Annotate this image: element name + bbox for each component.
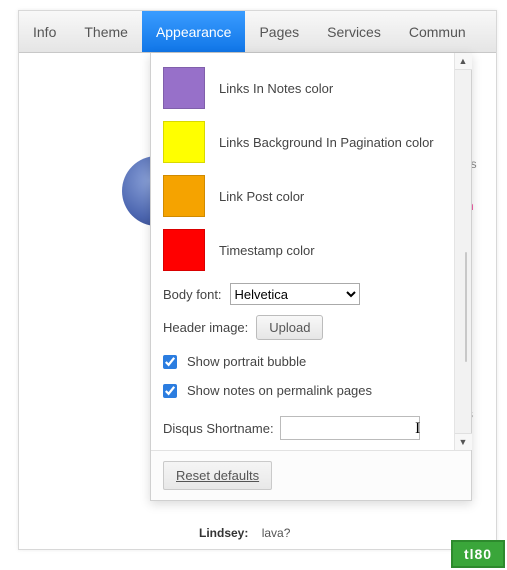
panel-footer: Reset defaults: [151, 450, 471, 500]
settings-tabbar: Info Theme Appearance Pages Services Com…: [19, 11, 496, 53]
checkbox-label: Show portrait bubble: [187, 354, 306, 369]
tab-community[interactable]: Commun: [395, 11, 480, 52]
header-image-label: Header image:: [163, 320, 248, 335]
show-portrait-bubble-row[interactable]: Show portrait bubble: [163, 354, 442, 369]
color-label: Links Background In Pagination color: [219, 135, 434, 150]
disqus-label: Disqus Shortname:: [163, 421, 274, 436]
scroll-up-icon[interactable]: ▲: [455, 53, 472, 70]
watermark-logo: tl80: [451, 540, 505, 568]
tab-info[interactable]: Info: [19, 11, 70, 52]
header-image-row: Header image: Upload: [163, 315, 442, 340]
post-preview-line: Lindsey: lava?: [199, 526, 290, 540]
post-text: lava?: [262, 526, 291, 540]
color-label: Link Post color: [219, 189, 304, 204]
show-portrait-bubble-checkbox[interactable]: [163, 355, 177, 369]
body-font-label: Body font:: [163, 287, 222, 302]
appearance-panel: Links In Notes color Links Background In…: [150, 53, 472, 501]
disqus-shortname-input[interactable]: [280, 416, 420, 440]
tab-appearance[interactable]: Appearance: [142, 11, 246, 52]
color-label: Timestamp color: [219, 243, 315, 258]
scroll-thumb[interactable]: [465, 252, 467, 362]
post-author: Lindsey:: [199, 526, 248, 540]
tab-pages[interactable]: Pages: [245, 11, 313, 52]
color-setting-links-in-notes[interactable]: Links In Notes color: [163, 67, 442, 109]
color-setting-links-bg-pagination[interactable]: Links Background In Pagination color: [163, 121, 442, 163]
body-font-row: Body font: Helvetica: [163, 283, 442, 305]
panel-scrollbar[interactable]: ▲ ▼: [454, 53, 471, 450]
show-notes-permalink-row[interactable]: Show notes on permalink pages: [163, 383, 442, 398]
color-swatch[interactable]: [163, 175, 205, 217]
color-swatch[interactable]: [163, 67, 205, 109]
color-setting-timestamp[interactable]: Timestamp color: [163, 229, 442, 271]
upload-button[interactable]: Upload: [256, 315, 323, 340]
show-notes-permalink-checkbox[interactable]: [163, 384, 177, 398]
checkbox-label: Show notes on permalink pages: [187, 383, 372, 398]
color-label: Links In Notes color: [219, 81, 333, 96]
disqus-shortname-row: Disqus Shortname: I: [163, 416, 442, 440]
color-swatch[interactable]: [163, 121, 205, 163]
body-font-select[interactable]: Helvetica: [230, 283, 360, 305]
tab-theme[interactable]: Theme: [70, 11, 142, 52]
color-setting-link-post[interactable]: Link Post color: [163, 175, 442, 217]
scroll-down-icon[interactable]: ▼: [455, 433, 472, 450]
reset-defaults-button[interactable]: Reset defaults: [163, 461, 272, 490]
tab-services[interactable]: Services: [313, 11, 395, 52]
color-swatch[interactable]: [163, 229, 205, 271]
